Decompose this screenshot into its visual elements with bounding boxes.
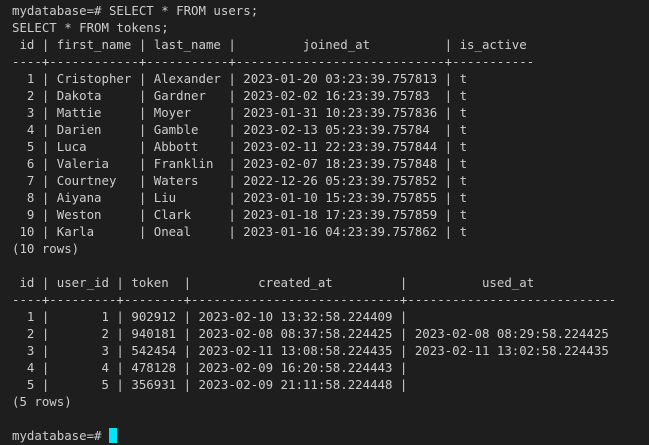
users-row-count: (10 rows) [12, 241, 80, 256]
users-table-row: 1 | Cristopher | Alexander | 2023-01-20 … [12, 71, 468, 86]
users-table-row: 9 | Weston | Clark | 2023-01-18 17:23:39… [12, 207, 468, 222]
tokens-table-row: 5 | 5 | 356931 | 2023-02-09 21:11:58.224… [12, 377, 408, 392]
tokens-table-row: 3 | 3 | 542454 | 2023-02-11 13:08:58.224… [12, 343, 609, 358]
users-table-row: 2 | Dakota | Gardner | 2023-02-02 16:23:… [12, 88, 468, 103]
tokens-row-count: (5 rows) [12, 394, 72, 409]
tokens-table-separator: ----+---------+--------+----------------… [12, 292, 617, 307]
users-table-row: 8 | Aiyana | Liu | 2023-01-10 15:23:39.7… [12, 190, 468, 205]
prompt-line[interactable]: mydatabase=# [12, 427, 649, 444]
prompt-text: mydatabase=# [12, 428, 109, 443]
users-table-header: id | first_name | last_name | joined_at … [12, 37, 527, 52]
cursor-icon [108, 428, 117, 443]
terminal-line-command-2: SELECT * FROM tokens; [12, 20, 169, 35]
users-table-separator: ----+------------+-----------+----------… [12, 54, 535, 69]
tokens-table-row: 4 | 4 | 478128 | 2023-02-09 16:20:58.224… [12, 360, 408, 375]
users-table-row: 6 | Valeria | Franklin | 2023-02-07 18:2… [12, 156, 468, 171]
users-table-row: 4 | Darien | Gamble | 2023-02-13 05:23:3… [12, 122, 468, 137]
users-table-row: 7 | Courtney | Waters | 2022-12-26 05:23… [12, 173, 468, 188]
users-table-row: 10 | Karla | Oneal | 2023-01-16 04:23:39… [12, 224, 468, 239]
tokens-table-row: 1 | 1 | 902912 | 2023-02-10 13:32:58.224… [12, 309, 408, 324]
terminal-line-command-1: mydatabase=# SELECT * FROM users; [12, 3, 259, 18]
terminal-window[interactable]: mydatabase=# SELECT * FROM users; SELECT… [0, 0, 649, 445]
tokens-table-row: 2 | 2 | 940181 | 2023-02-08 08:37:58.224… [12, 326, 609, 341]
users-table-row: 5 | Luca | Abbott | 2023-02-11 22:23:39.… [12, 139, 468, 154]
users-table-row: 3 | Mattie | Moyer | 2023-01-31 10:23:39… [12, 105, 468, 120]
tokens-table-header: id | user_id | token | created_at | used… [12, 275, 535, 290]
